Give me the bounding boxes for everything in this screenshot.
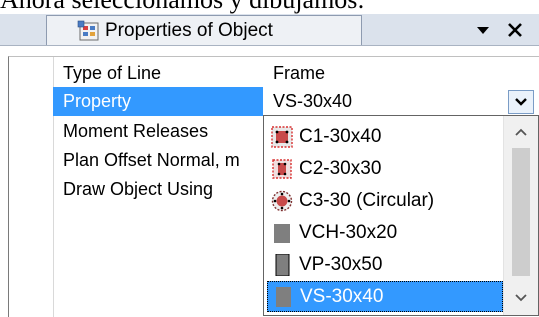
- panel-title-bar: Properties of Object: [0, 14, 539, 46]
- grid-margin: [9, 57, 54, 317]
- panel-tab[interactable]: Properties of Object: [46, 15, 362, 45]
- section-dropdown-list[interactable]: C1-30x40 C2-30x30 C3-30 (Circular) VCH-3…: [263, 115, 539, 316]
- close-icon[interactable]: [500, 16, 530, 44]
- property-row-type-of-line[interactable]: Type of Line Frame: [53, 59, 539, 88]
- dropdown-menu-icon[interactable]: [470, 16, 496, 44]
- beam-section-icon: [276, 286, 291, 307]
- property-name: Plan Offset Normal, m: [63, 150, 240, 170]
- list-item-label: C2-30x30: [299, 157, 382, 179]
- list-item-label: C1-30x40: [299, 125, 382, 147]
- list-item-c3-30-circular[interactable]: C3-30 (Circular): [267, 185, 503, 216]
- scroll-up-button[interactable]: [504, 118, 538, 146]
- document-caption: Ahora seleccionamos y dibujamos:: [0, 0, 539, 14]
- list-item-label: VP-30x50: [299, 253, 383, 275]
- dropdown-scrollbar[interactable]: [503, 116, 538, 315]
- list-item-vs-30x40[interactable]: VS-30x40: [267, 281, 503, 312]
- rect-section-icon: [272, 158, 292, 179]
- scroll-thumb[interactable]: [512, 148, 530, 276]
- property-value: VS-30x40: [273, 91, 353, 111]
- panel-title: Properties of Object: [105, 19, 273, 41]
- property-name: Type of Line: [63, 63, 162, 83]
- beam-section-icon: [274, 223, 290, 243]
- property-row-property[interactable]: Property VS-30x40: [53, 87, 539, 116]
- circular-section-icon: [271, 190, 293, 211]
- list-item-label: VS-30x40: [300, 285, 384, 307]
- rect-section-icon: [271, 125, 293, 148]
- list-item-vp-30x50[interactable]: VP-30x50: [267, 249, 503, 280]
- list-item-vch-30x20[interactable]: VCH-30x20: [267, 217, 503, 248]
- property-name: Moment Releases: [63, 121, 209, 141]
- chevron-down-icon: [515, 294, 527, 302]
- beam-section-icon: [275, 253, 290, 276]
- chevron-up-icon: [515, 128, 527, 136]
- list-item-label: C3-30 (Circular): [299, 189, 435, 211]
- property-name: Property: [53, 87, 263, 116]
- list-item-c2-30x30[interactable]: C2-30x30: [267, 153, 503, 184]
- list-item-c1-30x40[interactable]: C1-30x40: [267, 121, 503, 152]
- properties-icon: [77, 20, 99, 40]
- list-item-label: VCH-30x20: [299, 221, 398, 243]
- scroll-down-button[interactable]: [504, 284, 538, 312]
- property-dropdown-button[interactable]: [508, 90, 534, 114]
- property-value: Frame: [273, 63, 326, 83]
- property-name: Draw Object Using: [63, 179, 214, 199]
- chevron-down-icon: [515, 98, 527, 106]
